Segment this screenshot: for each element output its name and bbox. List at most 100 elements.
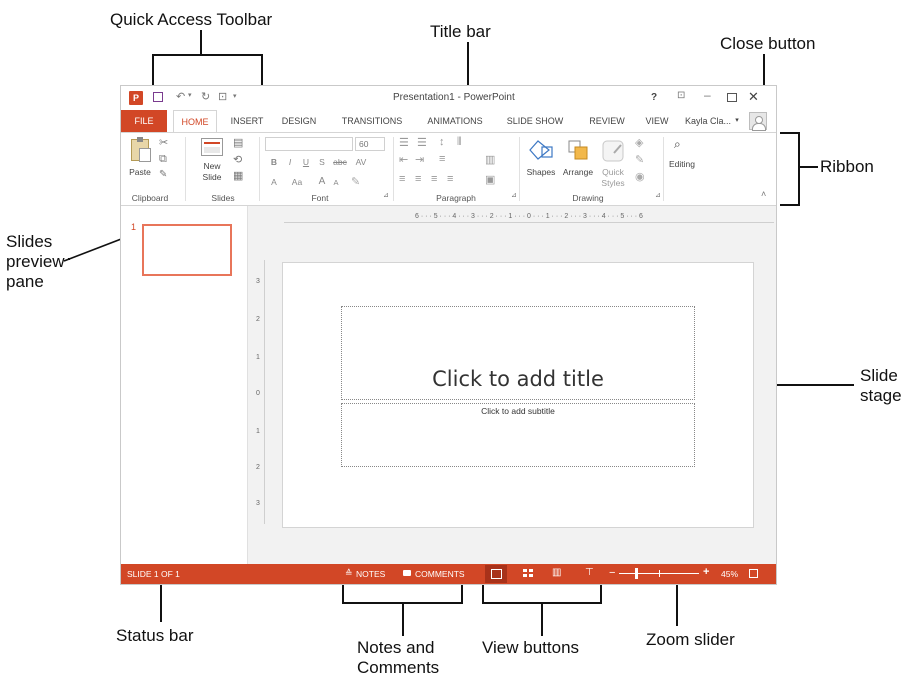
new-slide-icon[interactable] [201, 138, 223, 156]
copy-icon[interactable]: ⧉ [159, 153, 167, 166]
fit-to-window-icon[interactable] [749, 569, 758, 578]
shape-fill-icon[interactable]: ◈ [635, 136, 643, 149]
quick-styles-label-2[interactable]: Styles [597, 178, 629, 188]
tab-insert[interactable]: INSERT [225, 110, 269, 132]
section-icon[interactable]: ▦ [233, 169, 243, 182]
format-painter-icon[interactable]: ✎ [159, 169, 167, 180]
tab-design[interactable]: DESIGN [277, 110, 321, 132]
shapes-icon[interactable] [529, 139, 555, 163]
title-placeholder[interactable]: Click to add title [341, 306, 695, 400]
tab-file[interactable]: FILE [121, 110, 167, 132]
underline-button[interactable]: U [301, 157, 311, 167]
subtitle-placeholder[interactable]: Click to add subtitle [341, 403, 695, 467]
normal-view-button[interactable] [485, 565, 507, 583]
customize-toolbar-icon[interactable]: ▾ [233, 92, 237, 100]
shrink-font-button[interactable]: A [331, 178, 341, 187]
minimize-icon[interactable]: – [704, 88, 711, 102]
start-slideshow-icon[interactable]: ⊡ [218, 90, 227, 103]
close-icon[interactable]: ✕ [748, 89, 759, 105]
callout-notes-comments-1: Notes and [357, 638, 435, 657]
tab-view[interactable]: VIEW [639, 110, 675, 132]
undo-icon[interactable]: ↶ [176, 90, 185, 103]
comments-icon[interactable] [403, 570, 411, 576]
slide-count[interactable]: SLIDE 1 OF 1 [127, 569, 180, 579]
line-spacing-icon[interactable]: ↕ [439, 136, 445, 148]
tab-slide-show[interactable]: SLIDE SHOW [505, 110, 565, 132]
clear-formatting-icon[interactable]: ✎ [351, 175, 360, 188]
avatar[interactable] [749, 112, 767, 131]
paste-button[interactable]: Paste [127, 167, 153, 177]
shape-effects-icon[interactable]: ◉ [635, 170, 645, 183]
bold-button[interactable]: B [269, 157, 279, 167]
bullets-icon[interactable]: ☰ [399, 136, 409, 149]
undo-caret-icon[interactable]: ▾ [188, 91, 192, 99]
text-direction-icon[interactable]: ≡ [439, 153, 445, 165]
new-slide-label-1[interactable]: New [195, 161, 229, 171]
align-left-icon[interactable]: ≡ [399, 173, 405, 185]
comments-button[interactable]: COMMENTS [415, 569, 465, 579]
grow-font-button[interactable]: A [317, 176, 327, 187]
quick-styles-label-1[interactable]: Quick [597, 167, 629, 177]
drawing-dialog-launcher-icon[interactable]: ⊿ [655, 191, 661, 199]
zoom-in-button[interactable]: + [703, 566, 709, 578]
columns-icon[interactable]: ⫴ [457, 136, 462, 149]
quick-styles-icon[interactable] [601, 139, 627, 163]
layout-icon[interactable]: ▤ [233, 136, 243, 149]
save-icon[interactable] [153, 92, 163, 102]
change-case-button[interactable]: Aa [289, 177, 305, 187]
zoom-slider-thumb[interactable] [635, 568, 638, 579]
editing-button[interactable]: Editing [665, 159, 699, 169]
new-slide-label-2[interactable]: Slide [195, 172, 229, 182]
reset-icon[interactable]: ⟲ [233, 153, 242, 166]
slide-stage: 6 · · · 5 · · · 4 · · · 3 · · · 2 · · · … [248, 206, 776, 564]
decrease-indent-icon[interactable]: ⇤ [399, 153, 408, 166]
tab-home[interactable]: HOME [173, 110, 217, 132]
shapes-button[interactable]: Shapes [523, 167, 559, 177]
font-dialog-launcher-icon[interactable]: ⊿ [383, 191, 389, 199]
numbering-icon[interactable]: ☰ [417, 136, 427, 149]
tab-animations[interactable]: ANIMATIONS [423, 110, 487, 132]
account-caret-icon[interactable]: ▾ [732, 110, 742, 132]
binoculars-icon[interactable]: ⌕ [674, 137, 681, 152]
slide-sorter-icon[interactable] [523, 569, 533, 578]
redo-icon[interactable]: ↻ [201, 90, 210, 103]
cut-icon[interactable]: ✂ [159, 136, 168, 149]
font-name-box[interactable] [265, 137, 353, 151]
ribbon-display-icon[interactable]: ⊡ [677, 90, 685, 101]
align-text-icon[interactable]: ▥ [485, 153, 495, 166]
notes-icon[interactable]: ≙ [345, 568, 353, 579]
account-name[interactable]: Kayla Cla... [681, 110, 735, 132]
zoom-slider[interactable] [619, 568, 699, 579]
slide-canvas[interactable]: Click to add title Click to add subtitle [282, 262, 754, 528]
group-label-paragraph: Paragraph [436, 193, 476, 203]
maximize-icon[interactable] [727, 93, 737, 102]
shape-outline-icon[interactable]: ✎ [635, 153, 644, 166]
reading-view-icon[interactable]: ▥ [552, 567, 561, 578]
font-size-box[interactable]: 60 [355, 137, 385, 151]
arrange-button[interactable]: Arrange [559, 167, 597, 177]
align-center-icon[interactable]: ≡ [415, 173, 421, 185]
arrange-icon[interactable] [567, 139, 591, 163]
increase-indent-icon[interactable]: ⇥ [415, 153, 424, 166]
paragraph-dialog-launcher-icon[interactable]: ⊿ [511, 191, 517, 199]
shadow-button[interactable]: S [317, 157, 327, 167]
normal-view-icon [491, 569, 502, 579]
character-spacing-button[interactable]: AV [353, 157, 369, 167]
zoom-out-button[interactable]: − [609, 567, 615, 579]
tab-review[interactable]: REVIEW [585, 110, 629, 132]
help-button[interactable]: ? [651, 92, 657, 103]
collapse-ribbon-icon[interactable]: ˄ [761, 189, 766, 199]
justify-icon[interactable]: ≡ [447, 173, 453, 185]
slide-show-icon[interactable]: ⊤ [585, 567, 594, 578]
tab-transitions[interactable]: TRANSITIONS [339, 110, 405, 132]
font-color-button[interactable]: A [269, 177, 279, 187]
slide-thumbnail[interactable] [142, 224, 232, 276]
smartart-icon[interactable]: ▣ [485, 173, 495, 186]
slides-preview-pane: 1 [121, 206, 248, 564]
zoom-level[interactable]: 45% [721, 569, 738, 579]
paste-icon[interactable] [131, 137, 151, 162]
notes-button[interactable]: NOTES [356, 569, 385, 579]
align-right-icon[interactable]: ≡ [431, 173, 437, 185]
strikethrough-button[interactable]: abc [331, 157, 349, 167]
italic-button[interactable]: I [285, 157, 295, 167]
